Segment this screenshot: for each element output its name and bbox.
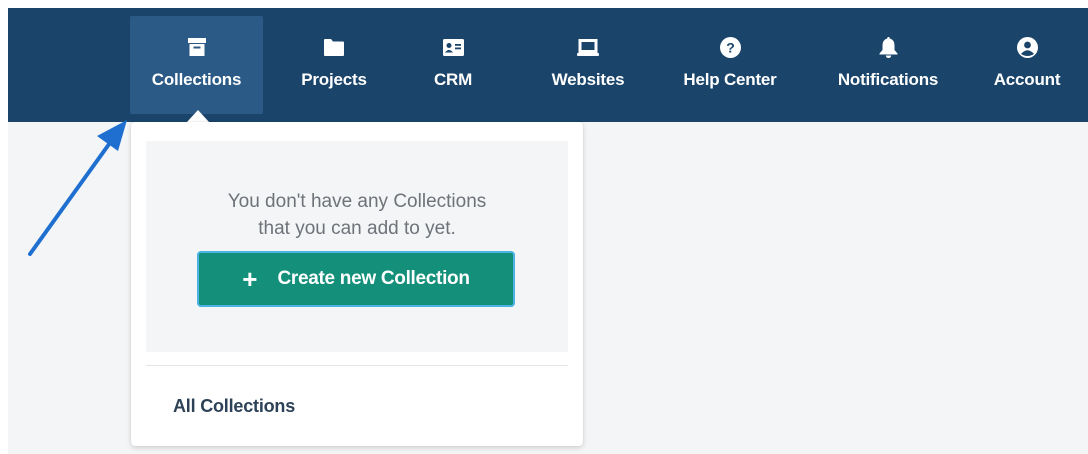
dropdown-divider	[146, 365, 568, 366]
nav-item-crm[interactable]: CRM	[418, 16, 488, 114]
nav-label-account: Account	[993, 70, 1061, 89]
empty-state-line-1: You don't have any Collections	[227, 191, 487, 212]
create-button-label: Create new Collection	[277, 268, 470, 289]
nav-label-notifications: Notifications	[837, 70, 939, 89]
nav-item-help-center[interactable]: ? Help Center	[666, 16, 794, 114]
bell-icon	[877, 36, 899, 58]
empty-state-panel: You don't have any Collections that you …	[146, 141, 568, 352]
laptop-icon	[577, 36, 599, 58]
empty-state-message: You don't have any Collections that you …	[146, 188, 568, 242]
nav-item-notifications[interactable]: Notifications	[820, 16, 956, 114]
archive-box-icon	[186, 36, 208, 58]
nav-label-collections: Collections	[151, 70, 242, 89]
create-new-collection-button[interactable]: + Create new Collection	[197, 251, 515, 307]
nav-label-help-center: Help Center	[683, 70, 777, 89]
plus-icon: +	[242, 264, 258, 294]
nav-label-websites: Websites	[551, 70, 625, 89]
top-navbar: Collections Projects CRM Websites ? Help…	[8, 8, 1088, 122]
nav-item-projects[interactable]: Projects	[282, 16, 386, 114]
empty-state-line-2: that you can add to yet.	[258, 218, 456, 239]
svg-text:?: ?	[726, 39, 735, 55]
all-collections-link[interactable]: All Collections	[173, 396, 295, 417]
dropdown-caret	[187, 110, 209, 122]
nav-label-crm: CRM	[433, 70, 473, 89]
screenshot-stage: Collections Projects CRM Websites ? Help…	[0, 0, 1088, 454]
question-circle-icon: ?	[719, 36, 741, 58]
nav-item-websites[interactable]: Websites	[536, 16, 640, 114]
collections-dropdown: You don't have any Collections that you …	[131, 122, 583, 446]
folder-icon	[323, 36, 345, 58]
user-circle-icon	[1016, 36, 1038, 58]
nav-item-collections[interactable]: Collections	[130, 16, 263, 114]
nav-item-account[interactable]: Account	[978, 16, 1076, 114]
contact-card-icon	[442, 36, 464, 58]
nav-label-projects: Projects	[301, 70, 367, 89]
